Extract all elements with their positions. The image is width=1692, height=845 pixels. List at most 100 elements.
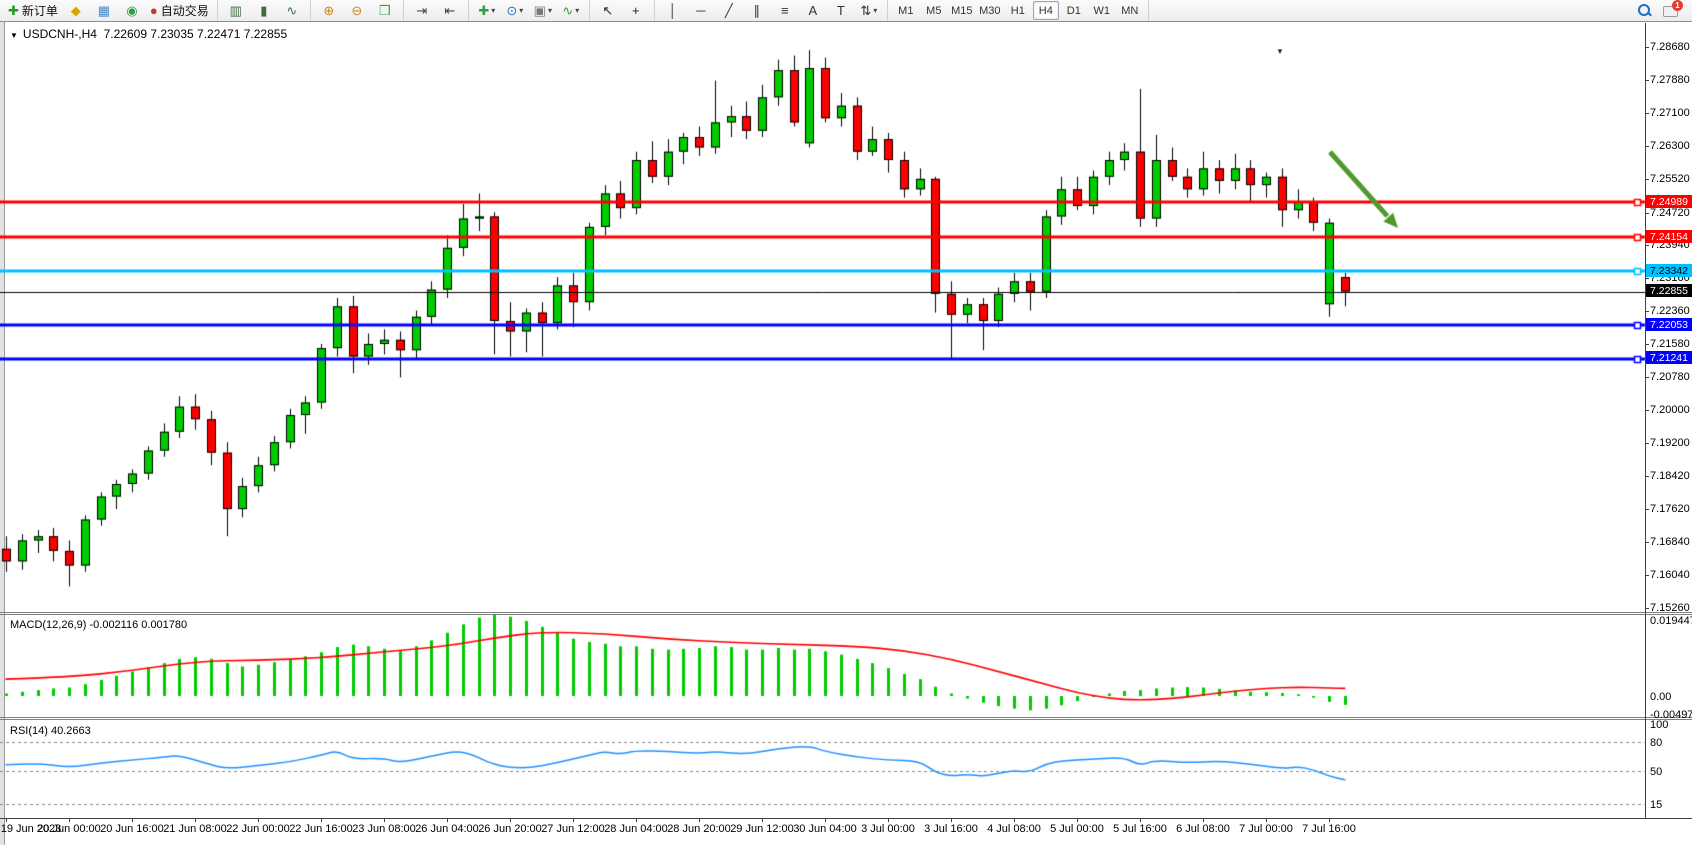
chart-shift-marker-icon[interactable]: ▼ bbox=[1276, 47, 1284, 56]
trendline-button[interactable]: ╱ bbox=[716, 1, 742, 21]
price-axis-label: 7.28680 bbox=[1650, 41, 1690, 53]
price-axis-tick bbox=[1645, 344, 1649, 345]
label-button[interactable]: T bbox=[828, 1, 854, 21]
price-axis-label: 7.16040 bbox=[1650, 569, 1690, 581]
zoom-in-button[interactable]: ⊕ bbox=[316, 1, 342, 21]
pane-separator[interactable] bbox=[0, 612, 1692, 613]
channel-icon: ∥ bbox=[754, 2, 761, 20]
price-axis-tick bbox=[1645, 146, 1649, 147]
chart-candles-button[interactable]: ▮ bbox=[251, 1, 277, 21]
timeframe-m15[interactable]: M15 bbox=[949, 1, 975, 20]
chevron-down-icon[interactable]: ▾ bbox=[548, 6, 552, 15]
tile-windows-button[interactable]: ❒ bbox=[372, 1, 398, 21]
timeframe-d1[interactable]: D1 bbox=[1061, 1, 1087, 20]
timeframe-mn[interactable]: MN bbox=[1117, 1, 1143, 20]
rsi-axis-label: 15 bbox=[1650, 799, 1662, 811]
community-button[interactable]: ▦ bbox=[91, 1, 117, 21]
toolbar-group: ⇥⇤ bbox=[404, 0, 469, 21]
chevron-down-icon[interactable]: ▾ bbox=[491, 6, 495, 15]
chevron-down-icon[interactable]: ▾ bbox=[575, 6, 579, 15]
templates-button[interactable]: ▣▾ bbox=[530, 1, 556, 21]
macd-name: MACD(12,26,9) bbox=[10, 619, 86, 631]
arrows-button[interactable]: ⇅▾ bbox=[856, 1, 882, 21]
time-axis-tick bbox=[384, 818, 385, 822]
trendline-icon: ╱ bbox=[725, 2, 733, 20]
toolbar-group: │─╱∥≡AT⇅▾ bbox=[655, 0, 888, 21]
time-axis-label: 28 Jun 20:00 bbox=[664, 823, 734, 835]
chevron-down-icon[interactable]: ▾ bbox=[873, 6, 877, 15]
vertical-line-button[interactable]: │ bbox=[660, 1, 686, 21]
price-axis-tick bbox=[1645, 278, 1649, 279]
time-axis-tick bbox=[951, 818, 952, 822]
price-axis-label: 7.27880 bbox=[1650, 74, 1690, 86]
time-axis-tick bbox=[6, 818, 7, 822]
pane-separator[interactable] bbox=[0, 719, 1692, 720]
time-axis-label: 23 Jun 08:00 bbox=[349, 823, 419, 835]
price-tag-7-23342: 7.23342 bbox=[1646, 264, 1692, 277]
indicators-button[interactable]: ✚▾ bbox=[474, 1, 500, 21]
timeframe-h1[interactable]: H1 bbox=[1005, 1, 1031, 20]
toolbar-group: ✚新订单◆▦◉●自动交易 bbox=[0, 0, 218, 21]
time-axis-label: 5 Jul 16:00 bbox=[1105, 823, 1175, 835]
chart-bars-button[interactable]: ▥ bbox=[223, 1, 249, 21]
price-axis-label: 7.24720 bbox=[1650, 207, 1690, 219]
timeframe-m30[interactable]: M30 bbox=[977, 1, 1003, 20]
price-axis-tick bbox=[1645, 443, 1649, 444]
templates-icon: ▣ bbox=[534, 2, 546, 20]
notifications-icon[interactable]: 1 bbox=[1663, 4, 1680, 17]
crosshair-button[interactable]: + bbox=[623, 1, 649, 21]
indicators-icon: ✚ bbox=[478, 2, 489, 20]
timeframe-m1[interactable]: M1 bbox=[893, 1, 919, 20]
pane-separator[interactable] bbox=[0, 614, 1692, 615]
trading-terminal: ✚新订单◆▦◉●自动交易▥▮∿⊕⊖❒⇥⇤✚▾⊙▾▣▾∿▾↖+│─╱∥≡AT⇅▾M… bbox=[0, 0, 1692, 845]
price-chart-canvas[interactable] bbox=[0, 23, 1646, 612]
price-axis-tick bbox=[1645, 542, 1649, 543]
chart-shift-button[interactable]: ⇤ bbox=[437, 1, 463, 21]
chevron-down-icon[interactable]: ▾ bbox=[519, 6, 523, 15]
profile-button[interactable]: ◆ bbox=[63, 1, 89, 21]
periods-button[interactable]: ⊙▾ bbox=[502, 1, 528, 21]
rsi-chart-canvas[interactable] bbox=[0, 720, 1646, 817]
timeframe-h4[interactable]: H4 bbox=[1033, 1, 1059, 20]
autotrading-icon: ● bbox=[150, 2, 158, 20]
time-axis-label: 20 Jun 00:00 bbox=[34, 823, 104, 835]
zoom-out-button[interactable]: ⊖ bbox=[344, 1, 370, 21]
macd-chart-canvas[interactable] bbox=[0, 614, 1646, 717]
price-axis-tick bbox=[1645, 575, 1649, 576]
price-axis-label: 7.19200 bbox=[1650, 437, 1690, 449]
cursor-button[interactable]: ↖ bbox=[595, 1, 621, 21]
time-axis-tick bbox=[573, 818, 574, 822]
chart-line-button[interactable]: ∿ bbox=[279, 1, 305, 21]
auto-scroll-button[interactable]: ⇥ bbox=[409, 1, 435, 21]
time-axis-tick bbox=[258, 818, 259, 822]
arrows-icon: ⇅ bbox=[860, 2, 871, 20]
price-axis-tick bbox=[1645, 245, 1649, 246]
pane-separator[interactable] bbox=[0, 717, 1692, 718]
price-axis-tick bbox=[1645, 47, 1649, 48]
text-button[interactable]: A bbox=[800, 1, 826, 21]
time-axis-tick bbox=[132, 818, 133, 822]
price-axis-label: 7.18420 bbox=[1650, 470, 1690, 482]
new-order-button[interactable]: ✚新订单 bbox=[5, 1, 61, 21]
time-axis-tick bbox=[888, 818, 889, 822]
price-axis-tick bbox=[1645, 311, 1649, 312]
time-axis-label: 6 Jul 08:00 bbox=[1168, 823, 1238, 835]
rsi-axis-label: 80 bbox=[1650, 737, 1662, 749]
horizontal-line-button[interactable]: ─ bbox=[688, 1, 714, 21]
timeframe-w1[interactable]: W1 bbox=[1089, 1, 1115, 20]
time-axis-line bbox=[0, 818, 1692, 819]
signals-button[interactable]: ◉ bbox=[119, 1, 145, 21]
macd-values: -0.002116 0.001780 bbox=[89, 619, 187, 631]
fibonacci-button[interactable]: ≡ bbox=[772, 1, 798, 21]
price-axis-line bbox=[1645, 23, 1646, 818]
zoom-in-icon: ⊕ bbox=[323, 2, 334, 20]
channel-button[interactable]: ∥ bbox=[744, 1, 770, 21]
price-axis-tick bbox=[1645, 213, 1649, 214]
chart-template-button[interactable]: ∿▾ bbox=[558, 1, 584, 21]
search-icon[interactable] bbox=[1637, 3, 1653, 19]
autotrading-button[interactable]: ●自动交易 bbox=[147, 1, 212, 21]
timeframe-m5[interactable]: M5 bbox=[921, 1, 947, 20]
text-icon: A bbox=[808, 2, 817, 20]
periods-icon: ⊙ bbox=[506, 2, 517, 20]
chart-candles-icon: ▮ bbox=[260, 2, 267, 20]
